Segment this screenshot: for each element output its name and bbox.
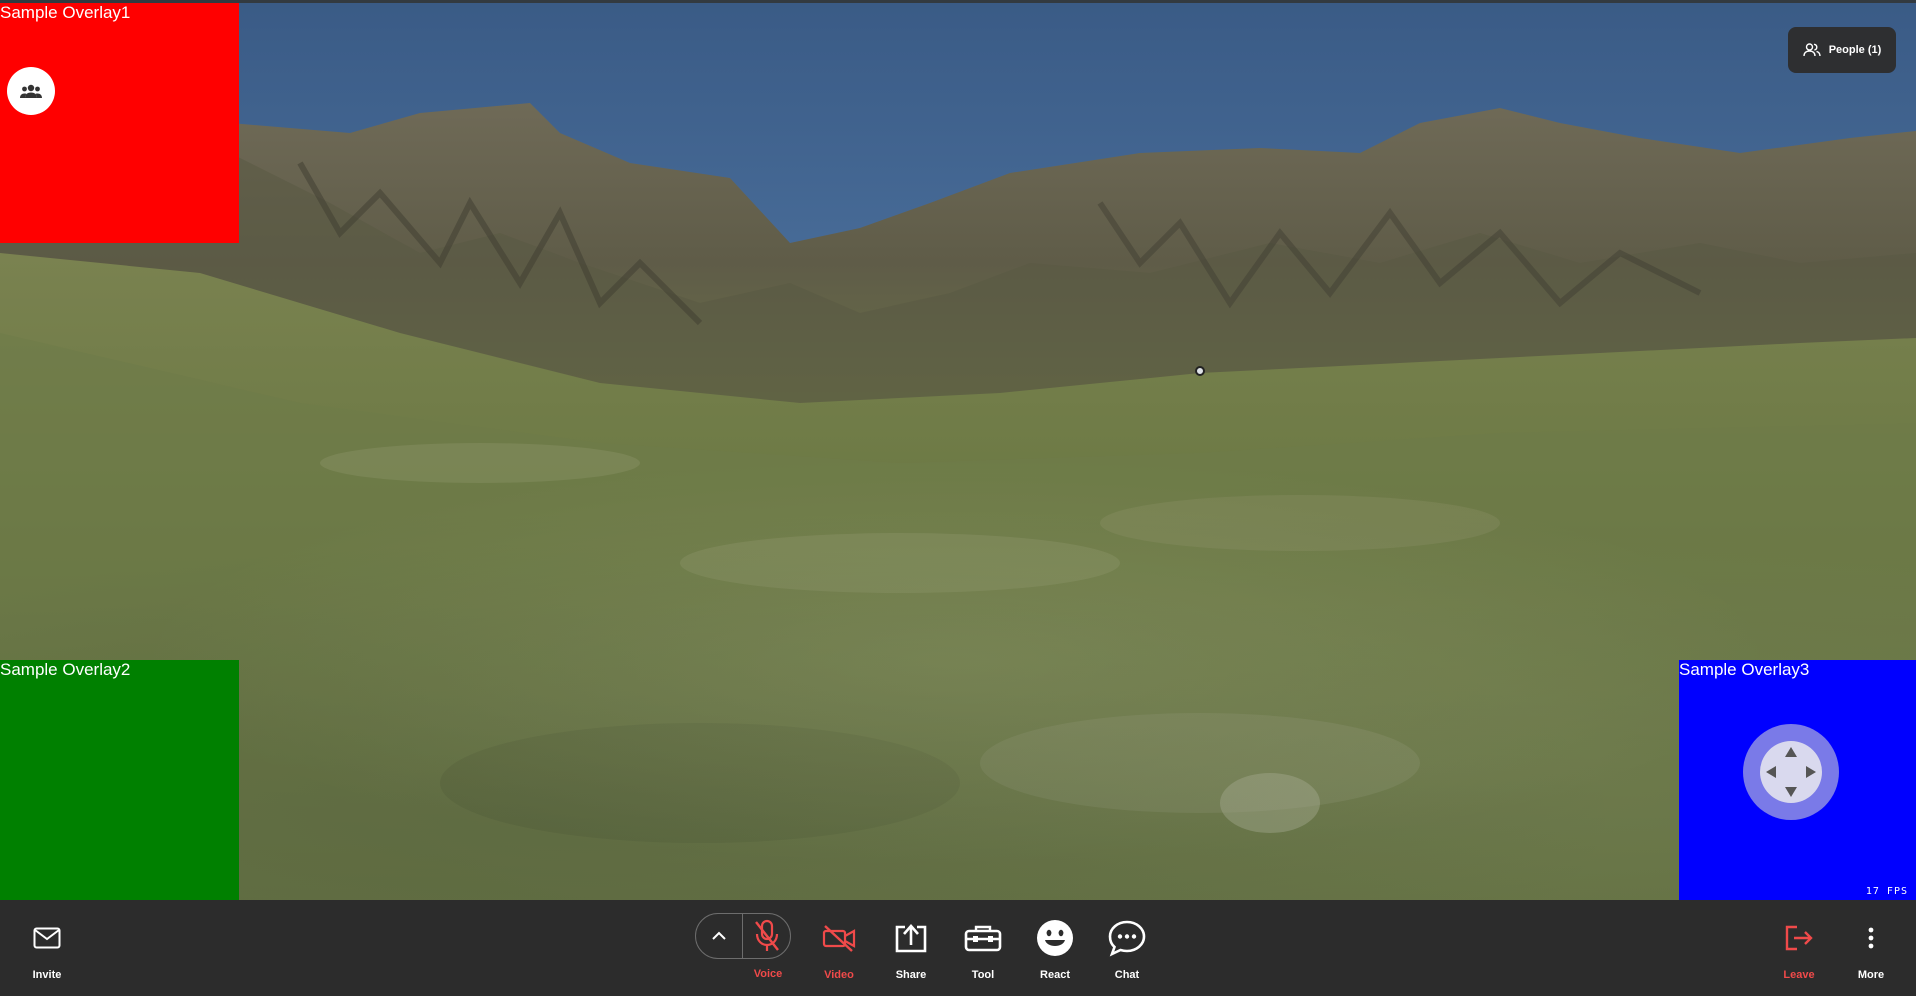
arrow-left-icon[interactable]	[1766, 766, 1776, 778]
video-label: Video	[824, 969, 854, 981]
chevron-up-icon	[712, 931, 726, 940]
more-vertical-icon	[1868, 927, 1874, 949]
voice-options-button[interactable]	[696, 914, 743, 958]
mail-icon	[33, 927, 61, 949]
invite-button[interactable]: Invite	[11, 916, 83, 988]
group-icon	[20, 84, 42, 98]
sample-overlay-1: Sample Overlay1	[0, 3, 239, 243]
mic-off-icon	[755, 919, 779, 951]
people-icon	[1803, 43, 1821, 57]
toolbox-icon	[964, 925, 1002, 952]
sample-overlay-2: Sample Overlay2	[0, 660, 239, 900]
more-button[interactable]: More	[1835, 916, 1907, 988]
fps-counter: 17 FPS	[1865, 886, 1908, 897]
chat-button[interactable]: Chat	[1091, 916, 1163, 988]
people-button-label: People (1)	[1828, 44, 1882, 56]
tool-label: Tool	[971, 969, 995, 981]
more-label: More	[1857, 969, 1885, 981]
voice-control-group	[695, 913, 791, 959]
joystick-knob[interactable]	[1760, 741, 1822, 803]
arrow-down-icon[interactable]	[1785, 787, 1797, 797]
group-button[interactable]	[7, 67, 55, 115]
share-label: Share	[895, 969, 927, 981]
sample-overlay-3: Sample Overlay3 17 FPS	[1679, 660, 1916, 900]
crosshair-reticle	[1195, 366, 1205, 376]
chat-label: Chat	[1114, 969, 1140, 981]
arrow-up-icon[interactable]	[1785, 747, 1797, 757]
overlay-3-label: Sample Overlay3	[1679, 660, 1810, 679]
bottom-toolbar: Invite Voice Video Share Tool React Chat…	[0, 900, 1916, 996]
overlay-2-label: Sample Overlay2	[0, 660, 131, 679]
share-button[interactable]: Share	[875, 916, 947, 988]
arrow-right-icon[interactable]	[1806, 766, 1816, 778]
voice-label: Voice	[753, 968, 783, 980]
react-button[interactable]: React	[1019, 916, 1091, 988]
react-label: React	[1040, 969, 1070, 981]
people-button[interactable]: People (1)	[1788, 27, 1896, 73]
chat-bubble-icon	[1108, 920, 1146, 957]
video-off-icon	[822, 925, 856, 952]
voice-toggle-button[interactable]	[743, 914, 791, 958]
tool-button[interactable]: Tool	[947, 916, 1019, 988]
share-screen-icon	[895, 924, 927, 953]
ground-haze	[0, 463, 1916, 900]
invite-label: Invite	[32, 969, 62, 981]
3d-viewport[interactable]	[0, 3, 1916, 900]
leave-button[interactable]: Leave	[1763, 916, 1835, 988]
smiley-icon	[1037, 920, 1073, 956]
overlay-1-label: Sample Overlay1	[0, 3, 131, 22]
video-button[interactable]: Video	[803, 916, 875, 988]
movement-joystick[interactable]	[1743, 724, 1839, 820]
logout-icon	[1785, 925, 1813, 951]
leave-label: Leave	[1783, 969, 1815, 981]
